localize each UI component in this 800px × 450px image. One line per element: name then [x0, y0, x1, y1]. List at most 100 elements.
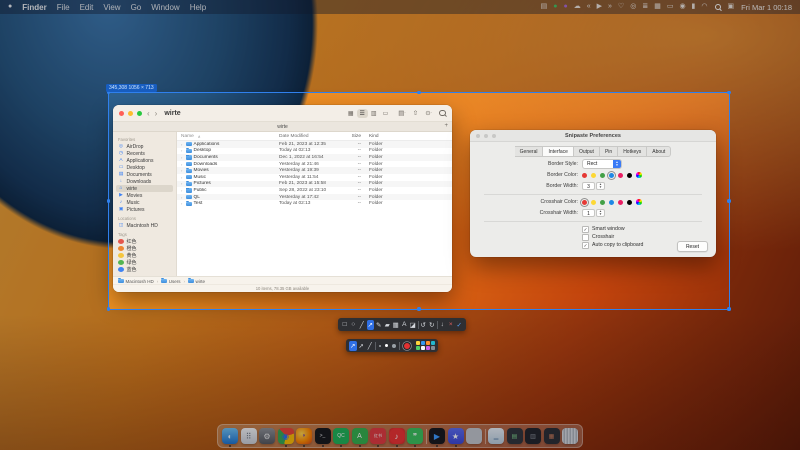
- share-button[interactable]: ⇧: [413, 109, 418, 117]
- menubar-status-icon[interactable]: ▶: [597, 0, 602, 14]
- dock-app-icon[interactable]: [485, 429, 486, 444]
- menubar-status-icon[interactable]: ●: [553, 0, 557, 14]
- palette-color-swatch[interactable]: [426, 346, 430, 350]
- sidebar-item[interactable]: ▤Documents: [116, 171, 173, 178]
- arrow-style-button[interactable]: ↗: [349, 341, 357, 351]
- color-picker-icon[interactable]: [636, 199, 642, 205]
- dock-app-icon[interactable]: ◐: [222, 428, 238, 444]
- selection-handle[interactable]: [417, 91, 421, 95]
- view-mode-button[interactable]: ▦: [345, 109, 357, 118]
- dock-app-icon[interactable]: ▤: [507, 428, 523, 444]
- palette-color-swatch[interactable]: [416, 341, 420, 345]
- annotation-tool-button[interactable]: [418, 321, 419, 329]
- border-width-stepper[interactable]: 3 ▲▼: [582, 182, 605, 190]
- annotation-tool-button[interactable]: ▰: [384, 320, 392, 330]
- column-header-name[interactable]: Name∧: [177, 134, 279, 139]
- annotation-tool-button[interactable]: ▦: [392, 320, 400, 330]
- palette-color-swatch[interactable]: [426, 341, 430, 345]
- preferences-tab[interactable]: About: [647, 146, 671, 157]
- annotation-tool-button[interactable]: ○: [350, 320, 358, 330]
- color-swatch[interactable]: [600, 200, 605, 205]
- annotation-tool-button[interactable]: ↻: [428, 320, 436, 330]
- view-mode-button[interactable]: ▭: [380, 109, 392, 118]
- color-swatch[interactable]: [609, 200, 614, 205]
- dock-app-icon[interactable]: [466, 428, 482, 444]
- disclosure-chevron-icon[interactable]: ›: [181, 175, 184, 180]
- dock-app-icon[interactable]: [426, 429, 427, 444]
- dock-app-icon[interactable]: [562, 428, 578, 444]
- annotation-tool-button[interactable]: □: [341, 320, 349, 330]
- zoom-window-button[interactable]: [492, 134, 496, 138]
- path-crumb[interactable]: Users ›: [161, 279, 186, 284]
- minimize-window-button[interactable]: [484, 134, 488, 138]
- menubar-status-icon[interactable]: ▮: [692, 0, 696, 14]
- annotation-tool-button[interactable]: ✎: [375, 320, 383, 330]
- search-icon[interactable]: [715, 4, 721, 10]
- menubar-clock[interactable]: Fri Mar 1 00:18: [741, 3, 792, 12]
- menubar-menu-item[interactable]: Edit: [80, 3, 94, 12]
- menubar-menu-item[interactable]: Go: [131, 3, 142, 12]
- dock-app-icon[interactable]: ★: [448, 428, 464, 444]
- checkbox-row[interactable]: ✓ Crosshair: [582, 233, 716, 241]
- stepper-arrows-icon[interactable]: ▲▼: [596, 209, 605, 217]
- preferences-tab[interactable]: Output: [574, 146, 600, 157]
- dock-app-icon[interactable]: ⚙: [259, 428, 275, 444]
- column-header-kind[interactable]: Kind: [361, 134, 452, 139]
- table-row[interactable]: ›Pictures Feb 21, 2023 at 15:58 -- Folde…: [177, 181, 452, 188]
- table-row[interactable]: ›QL Yesterday at 17:42 -- Folder: [177, 194, 452, 201]
- disclosure-chevron-icon[interactable]: ›: [181, 148, 184, 153]
- color-swatch[interactable]: [618, 200, 623, 205]
- checkbox[interactable]: ✓: [582, 234, 589, 241]
- preferences-tab[interactable]: Pin: [600, 146, 618, 157]
- finder-tab[interactable]: wirte: [277, 124, 288, 130]
- sidebar-item[interactable]: ◎AirDrop: [116, 143, 173, 150]
- menubar-menu-item[interactable]: File: [57, 3, 70, 12]
- table-row[interactable]: ›Documents Dec 1, 2022 at 16:54 -- Folde…: [177, 154, 452, 161]
- menubar-status-icon[interactable]: ▭: [667, 0, 674, 14]
- annotation-tool-button[interactable]: ↗: [367, 320, 375, 330]
- checkbox[interactable]: ✓: [582, 226, 589, 233]
- sidebar-item[interactable]: 绿色: [116, 259, 173, 266]
- menubar-status-icon[interactable]: »: [608, 0, 612, 14]
- color-swatch[interactable]: [582, 200, 587, 205]
- dock-app-icon[interactable]: >_: [315, 428, 331, 444]
- disclosure-chevron-icon[interactable]: ›: [181, 181, 184, 186]
- column-header-size[interactable]: Size: [345, 134, 361, 139]
- minimize-window-button[interactable]: [128, 111, 133, 116]
- table-row[interactable]: ›Test Today at 02:13 -- Folder: [177, 200, 452, 207]
- zoom-window-button[interactable]: [137, 111, 142, 116]
- stroke-size-button[interactable]: [385, 344, 388, 347]
- selection-handle[interactable]: [727, 91, 731, 95]
- palette-color-swatch[interactable]: [416, 346, 420, 350]
- back-button[interactable]: ‹: [147, 109, 150, 118]
- path-crumb[interactable]: wirte ›: [188, 279, 205, 284]
- dock-app-icon[interactable]: ♪: [389, 428, 405, 444]
- menubar-status-icon[interactable]: ▤: [541, 0, 548, 14]
- preferences-tab[interactable]: Hotkeys: [618, 146, 647, 157]
- dock-app-icon[interactable]: 红书: [370, 428, 386, 444]
- checkbox[interactable]: ✓: [582, 242, 589, 249]
- disclosure-chevron-icon[interactable]: ›: [181, 195, 184, 200]
- table-row[interactable]: ›Public Sep 28, 2022 at 23:10 -- Folder: [177, 187, 452, 194]
- palette-color-swatch[interactable]: [421, 346, 425, 350]
- view-mode-button[interactable]: ▥: [368, 109, 380, 118]
- color-swatch[interactable]: [627, 173, 632, 178]
- sidebar-item[interactable]: 橙色: [116, 245, 173, 252]
- checkbox-row[interactable]: ✓ Smart window: [582, 225, 716, 233]
- close-window-button[interactable]: [119, 111, 124, 116]
- current-color-swatch[interactable]: [404, 343, 410, 349]
- menubar-status-icon[interactable]: ▦: [654, 0, 661, 14]
- dock-app-icon[interactable]: ▶: [429, 428, 445, 444]
- sidebar-item[interactable]: ◷Recents: [116, 150, 173, 157]
- border-style-popup[interactable]: Rect ▲▼: [582, 159, 622, 169]
- table-row[interactable]: ›Movies Yesterday at 19:39 -- Folder: [177, 167, 452, 174]
- palette-color-swatch[interactable]: [421, 341, 425, 345]
- arrow-style-button[interactable]: ╱: [366, 341, 374, 351]
- dock-app-icon[interactable]: ▦: [544, 428, 560, 444]
- sidebar-item[interactable]: 蓝色: [116, 266, 173, 273]
- menubar-status-icon[interactable]: ◉: [679, 0, 685, 14]
- menubar-status-icon[interactable]: ◎: [630, 0, 636, 14]
- disclosure-chevron-icon[interactable]: ›: [181, 162, 184, 167]
- sidebar-item[interactable]: ⌂wirte: [116, 185, 173, 192]
- disclosure-chevron-icon[interactable]: ›: [181, 201, 184, 206]
